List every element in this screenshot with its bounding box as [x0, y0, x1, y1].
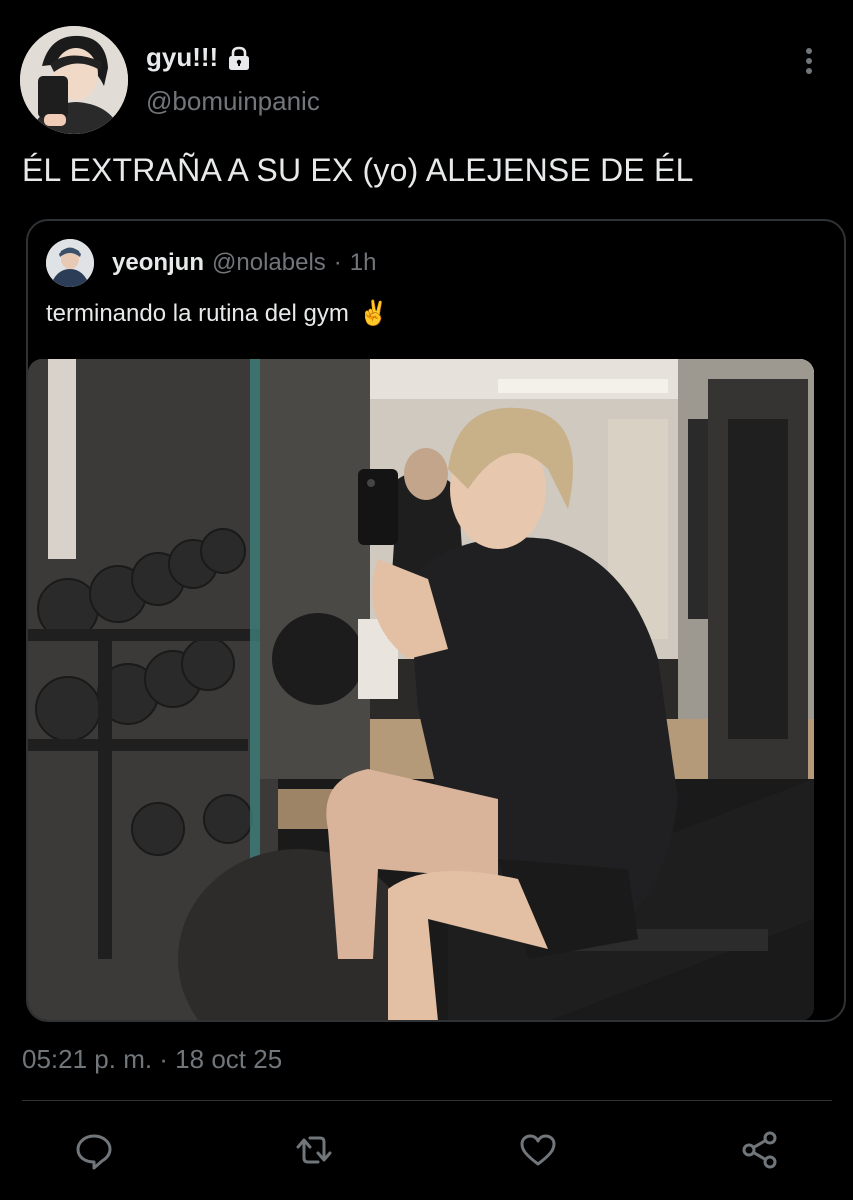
like-button[interactable]	[516, 1128, 560, 1172]
avatar-image	[20, 26, 128, 134]
quoted-tweet-card[interactable]: yeonjun @nolabels · 1h terminando la rut…	[26, 219, 846, 1022]
share-button[interactable]	[738, 1128, 782, 1172]
quoted-separator: ·	[333, 249, 342, 276]
avatar[interactable]	[20, 26, 128, 134]
divider	[22, 1100, 832, 1101]
gym-photo-illustration	[28, 359, 814, 1020]
victory-hand-emoji: ✌️	[358, 300, 389, 327]
author-display-name[interactable]: gyu!!!	[146, 42, 218, 73]
quoted-avatar-image	[46, 239, 94, 287]
heart-icon	[520, 1134, 556, 1166]
author-handle[interactable]: @bomuinpanic	[146, 86, 320, 117]
quoted-time[interactable]: 1h	[350, 249, 377, 277]
quoted-avatar[interactable]	[46, 239, 94, 287]
reply-button[interactable]	[72, 1128, 116, 1172]
lock-icon	[229, 46, 250, 70]
quoted-author-name[interactable]: yeonjun	[112, 249, 204, 277]
more-vertical-icon	[806, 48, 812, 74]
share-icon	[742, 1131, 777, 1169]
reply-icon	[76, 1134, 112, 1170]
quoted-tweet-text-row: terminando la rutina del gym ✌️	[46, 299, 389, 328]
quoted-author-handle[interactable]: @nolabels	[212, 249, 326, 277]
quoted-tweet-header: yeonjun @nolabels · 1h	[112, 249, 376, 277]
tweet-text: ÉL EXTRAÑA A SU EX (yo) ALEJENSE DE ÉL	[22, 152, 694, 188]
author-display-name-row[interactable]: gyu!!!	[146, 42, 252, 73]
retweet-icon	[296, 1136, 332, 1164]
quoted-tweet-photo[interactable]	[28, 359, 814, 1020]
quoted-tweet-text: terminando la rutina del gym	[46, 299, 349, 327]
more-options-button[interactable]	[795, 46, 823, 76]
retweet-button[interactable]	[292, 1128, 336, 1172]
tweet-timestamp[interactable]: 05:21 p. m. · 18 oct 25	[22, 1044, 282, 1075]
